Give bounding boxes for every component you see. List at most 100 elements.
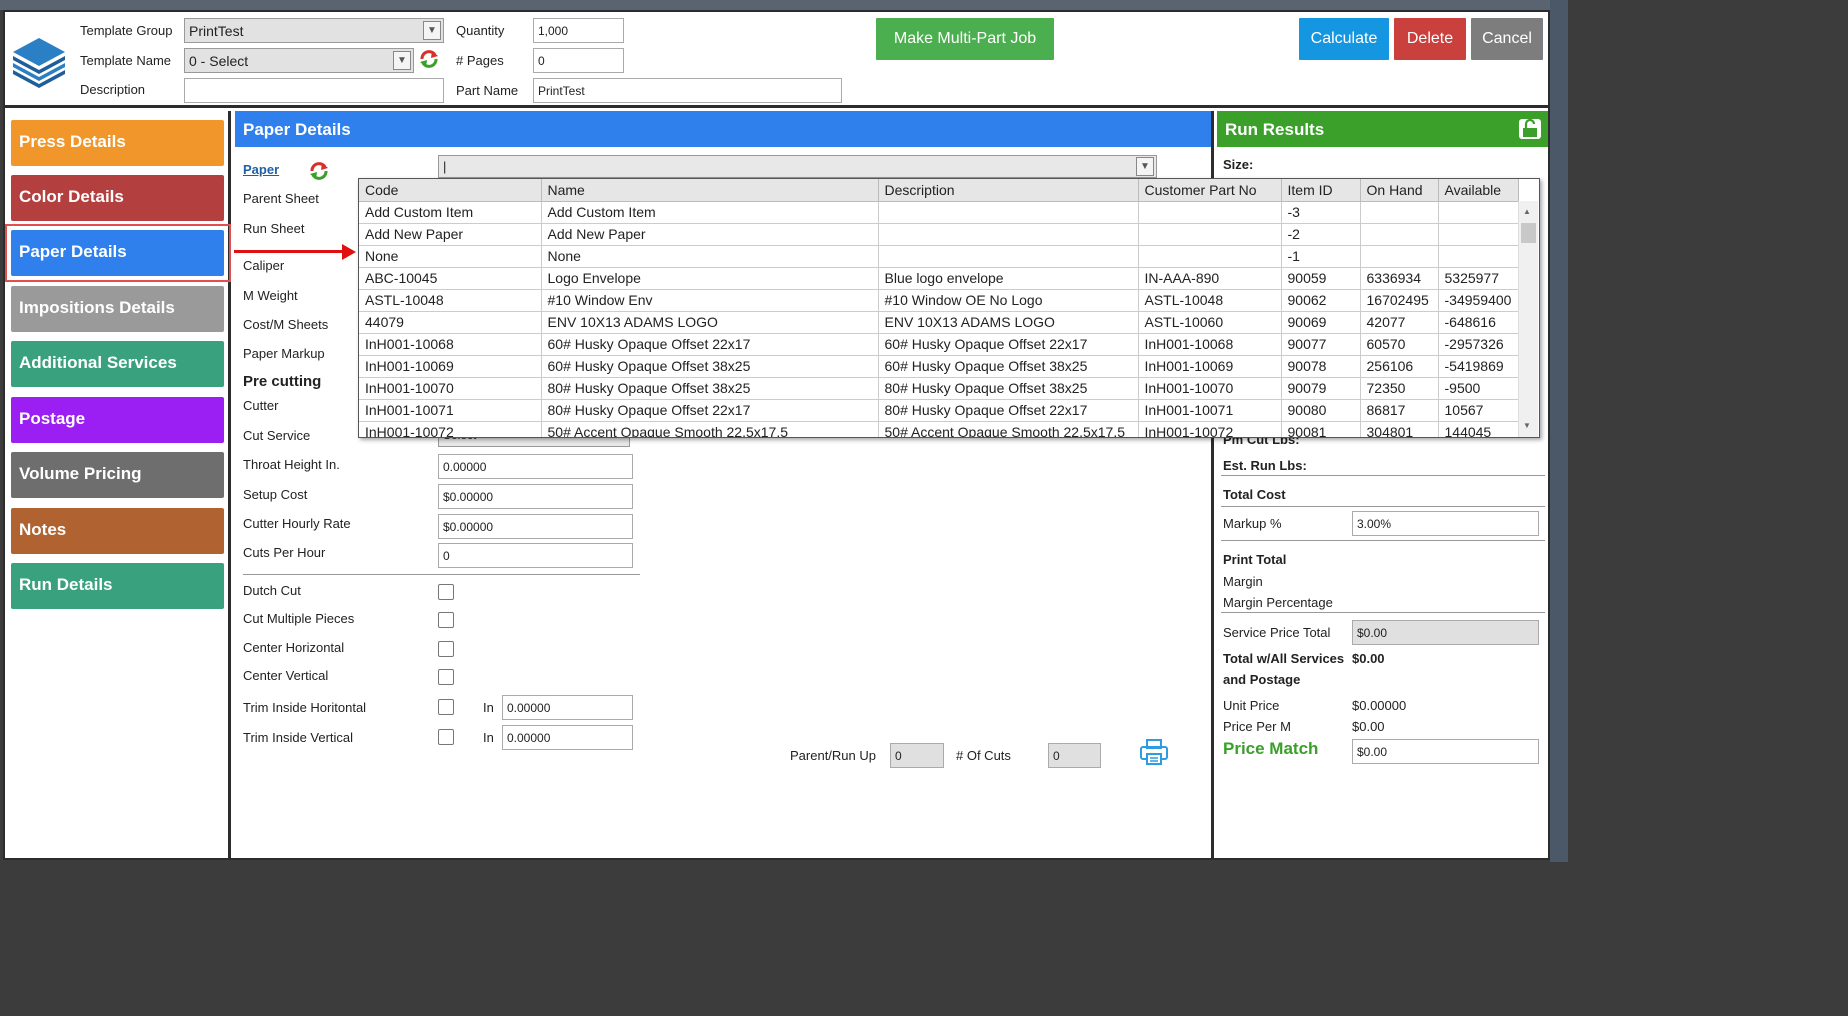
dropdown-cell: ASTL-10048 — [359, 289, 542, 312]
column-header[interactable]: Available — [1438, 179, 1519, 202]
dropdown-scrollbar[interactable]: ▲ ▼ — [1518, 201, 1538, 437]
margin-label: Margin — [1223, 574, 1263, 589]
quantity-input[interactable]: 1,000 — [533, 18, 624, 43]
nav-label: Run Details — [19, 575, 113, 594]
template-group-value: PrintTest — [189, 23, 244, 39]
dropdown-row[interactable]: ABC-10045 Logo Envelope Blue logo envelope… — [359, 267, 1519, 290]
dropdown-cell: 6336934 — [1360, 267, 1439, 290]
background-side — [1550, 0, 1568, 862]
paper-link[interactable]: Paper — [243, 162, 279, 177]
markup-input[interactable]: 3.00% — [1352, 511, 1539, 536]
dropdown-cell: InH001-10069 — [1138, 355, 1282, 378]
of-cuts-input[interactable]: 0 — [1048, 743, 1101, 768]
service-price-total-input[interactable]: $0.00 — [1352, 620, 1539, 645]
nav-postage[interactable]: Postage — [11, 397, 224, 443]
trim-inside-horizontal-label: Trim Inside Horitontal — [243, 700, 367, 715]
dropdown-cell: 90080 — [1281, 399, 1361, 422]
total-cost-label: Total Cost — [1223, 487, 1286, 502]
nav-press-details[interactable]: Press Details — [11, 120, 224, 166]
price-match-input[interactable]: $0.00 — [1352, 739, 1539, 764]
column-header[interactable]: Code — [359, 179, 542, 202]
part-name-input[interactable]: PrintTest — [533, 78, 842, 103]
printer-icon[interactable] — [1139, 738, 1169, 766]
and-postage-label: and Postage — [1223, 672, 1301, 687]
column-header[interactable]: Description — [878, 179, 1139, 202]
dropdown-row[interactable]: None None -1 — [359, 245, 1519, 268]
dropdown-cell — [878, 245, 1139, 268]
dropdown-cell: Add New Paper — [359, 223, 542, 246]
dropdown-row[interactable]: InH001-10069 60# Husky Opaque Offset 38x2… — [359, 355, 1519, 378]
dropdown-cell: 80# Husky Opaque Offset 38x25 — [878, 377, 1139, 400]
dropdown-cell: ASTL-10060 — [1138, 311, 1282, 334]
scroll-down-icon[interactable]: ▼ — [1523, 421, 1531, 430]
size-label: Size: — [1223, 157, 1254, 172]
description-input[interactable] — [184, 78, 444, 103]
pre-cutting-heading: Pre cutting — [243, 373, 322, 390]
scroll-thumb[interactable] — [1521, 223, 1536, 243]
nav-label: Press Details — [19, 132, 126, 151]
dropdown-row[interactable]: InH001-10072 50# Accent Opaque Smooth 22.… — [359, 421, 1519, 437]
dropdown-row[interactable]: Add Custom Item Add Custom Item -3 — [359, 201, 1519, 224]
cut-multiple-label: Cut Multiple Pieces — [243, 611, 355, 626]
setup-cost-input[interactable]: $0.00000 — [438, 484, 633, 509]
nav-label: Paper Details — [19, 242, 127, 261]
dutch-cut-label: Dutch Cut — [243, 583, 301, 598]
dropdown-row[interactable]: InH001-10068 60# Husky Opaque Offset 22x1… — [359, 333, 1519, 356]
dropdown-row[interactable]: Add New Paper Add New Paper -2 — [359, 223, 1519, 246]
make-multi-part-job-button[interactable]: Make Multi-Part Job — [876, 18, 1054, 60]
part-name-label: Part Name — [456, 83, 519, 98]
cutter-hourly-rate-input[interactable]: $0.00000 — [438, 514, 633, 539]
service-price-total-label: Service Price Total — [1223, 625, 1331, 640]
delete-button[interactable]: Delete — [1394, 18, 1466, 60]
dropdown-cell: #10 Window OE No Logo — [878, 289, 1139, 312]
dropdown-cell: 90079 — [1281, 377, 1361, 400]
nav-notes[interactable]: Notes — [11, 508, 224, 554]
column-header[interactable]: Customer Part No — [1138, 179, 1282, 202]
pages-label: # Pages — [456, 53, 504, 68]
nav-color-details[interactable]: Color Details — [11, 175, 224, 221]
nav-additional-services[interactable]: Additional Services — [11, 341, 224, 387]
column-header[interactable]: Item ID — [1281, 179, 1361, 202]
refresh-icon[interactable] — [308, 160, 330, 182]
trim-inside-horizontal-input[interactable]: 0.00000 — [502, 695, 633, 720]
parent-run-up-input[interactable]: 0 — [890, 743, 944, 768]
template-group-select[interactable]: PrintTest ▼ — [184, 18, 444, 43]
dropdown-cell: None — [541, 245, 879, 268]
trim-inside-horizontal-checkbox[interactable] — [438, 699, 454, 715]
dropdown-row[interactable]: ASTL-10048 #10 Window Env #10 Window OE No… — [359, 289, 1519, 312]
throat-height-input[interactable]: 0.00000 — [438, 454, 633, 479]
dutch-cut-checkbox[interactable] — [438, 584, 454, 600]
pages-input[interactable]: 0 — [533, 48, 624, 73]
nav-run-details[interactable]: Run Details — [11, 563, 224, 609]
column-header[interactable]: Name — [541, 179, 879, 202]
nav-paper-details[interactable]: Paper Details — [11, 230, 224, 276]
quantity-label: Quantity — [456, 23, 505, 38]
dropdown-cell: 60570 — [1360, 333, 1439, 356]
cut-multiple-checkbox[interactable] — [438, 612, 454, 628]
dropdown-cell: InH001-10070 — [1138, 377, 1282, 400]
cancel-button[interactable]: Cancel — [1471, 18, 1543, 60]
paper-dropdown-list[interactable]: Code Name Description Customer Part No I… — [358, 178, 1540, 438]
unlock-icon[interactable] — [1519, 118, 1541, 139]
cuts-per-hour-input[interactable]: 0 — [438, 543, 633, 568]
trim-inside-vertical-input[interactable]: 0.00000 — [502, 725, 633, 750]
dropdown-cell: 16702495 — [1360, 289, 1439, 312]
column-header[interactable]: On Hand — [1360, 179, 1439, 202]
dropdown-row[interactable]: InH001-10071 80# Husky Opaque Offset 22x1… — [359, 399, 1519, 422]
template-name-value: 0 - Select — [189, 53, 249, 69]
nav-label: Postage — [19, 409, 86, 428]
dropdown-row[interactable]: InH001-10070 80# Husky Opaque Offset 38x2… — [359, 377, 1519, 400]
dropdown-cell: 44079 — [359, 311, 542, 334]
trim-inside-vertical-checkbox[interactable] — [438, 729, 454, 745]
scroll-up-icon[interactable]: ▲ — [1523, 207, 1531, 216]
dropdown-row[interactable]: 44079 ENV 10X13 ADAMS LOGO ENV 10X13 ADAMS… — [359, 311, 1519, 334]
center-horizontal-checkbox[interactable] — [438, 641, 454, 657]
center-vertical-checkbox[interactable] — [438, 669, 454, 685]
dropdown-cell: 86817 — [1360, 399, 1439, 422]
template-name-select[interactable]: 0 - Select ▼ — [184, 48, 414, 73]
refresh-icon[interactable] — [418, 48, 440, 70]
nav-impositions-details[interactable]: Impositions Details — [11, 286, 224, 332]
calculate-button[interactable]: Calculate — [1299, 18, 1389, 60]
nav-volume-pricing[interactable]: Volume Pricing — [11, 452, 224, 498]
paper-select[interactable]: | ▼ — [438, 155, 1157, 178]
